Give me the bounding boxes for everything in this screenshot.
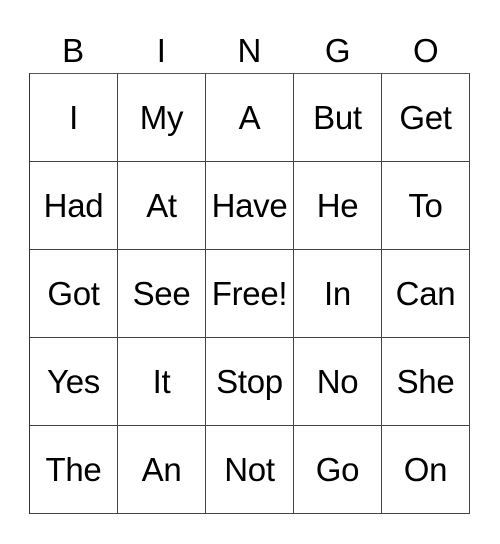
- bingo-cell[interactable]: Can: [382, 250, 470, 338]
- bingo-cell[interactable]: Go: [294, 426, 382, 514]
- bingo-cell[interactable]: See: [118, 250, 206, 338]
- bingo-cell[interactable]: But: [294, 74, 382, 162]
- bingo-cell[interactable]: Got: [30, 250, 118, 338]
- bingo-cell[interactable]: In: [294, 250, 382, 338]
- bingo-card-grid: I My A But Get Had At Have He To Got See…: [29, 73, 470, 514]
- header-letter-n: N: [237, 32, 262, 69]
- free-space-cell[interactable]: Free!: [206, 250, 294, 338]
- bingo-cell[interactable]: The: [30, 426, 118, 514]
- bingo-cell[interactable]: He: [294, 162, 382, 250]
- bingo-cell[interactable]: A: [206, 74, 294, 162]
- header-letter-g: G: [324, 32, 351, 69]
- header-letter-i: I: [156, 32, 166, 69]
- bingo-cell[interactable]: An: [118, 426, 206, 514]
- bingo-cell[interactable]: Not: [206, 426, 294, 514]
- bingo-cell[interactable]: On: [382, 426, 470, 514]
- bingo-cell[interactable]: It: [118, 338, 206, 426]
- bingo-cell[interactable]: I: [30, 74, 118, 162]
- bingo-cell[interactable]: To: [382, 162, 470, 250]
- bingo-cell[interactable]: She: [382, 338, 470, 426]
- header-letter-o: O: [413, 32, 439, 69]
- header-letter-b: B: [62, 32, 85, 69]
- bingo-header: B I N G O: [29, 28, 470, 73]
- bingo-cell[interactable]: Get: [382, 74, 470, 162]
- bingo-cell[interactable]: Had: [30, 162, 118, 250]
- bingo-cell[interactable]: No: [294, 338, 382, 426]
- bingo-cell[interactable]: My: [118, 74, 206, 162]
- bingo-cell[interactable]: Yes: [30, 338, 118, 426]
- bingo-cell[interactable]: Stop: [206, 338, 294, 426]
- bingo-cell[interactable]: At: [118, 162, 206, 250]
- bingo-cell[interactable]: Have: [206, 162, 294, 250]
